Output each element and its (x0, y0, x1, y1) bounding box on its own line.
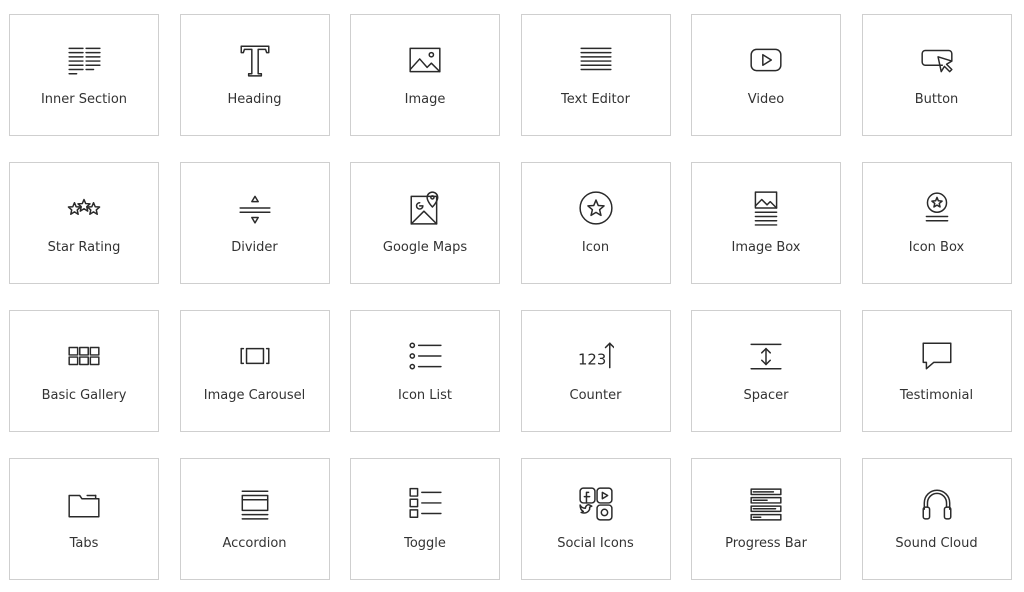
video-icon (748, 42, 784, 78)
widget-label: Testimonial (899, 388, 974, 403)
widget-label: Heading (227, 92, 282, 107)
widget-inner-section[interactable]: Inner Section (9, 14, 159, 136)
heading-icon (237, 42, 273, 78)
widget-label: Divider (231, 240, 278, 255)
widget-label: Sound Cloud (895, 536, 978, 551)
widget-progress-bar[interactable]: Progress Bar (691, 458, 841, 580)
widget-sound-cloud[interactable]: Sound Cloud (861, 458, 1012, 580)
widget-label: Accordion (222, 536, 287, 551)
progress-bar-icon (748, 486, 784, 522)
widget-label: Google Maps (382, 240, 468, 255)
widget-divider[interactable]: Divider (179, 162, 330, 284)
google-maps-icon (407, 190, 443, 226)
widget-tabs[interactable]: Tabs (9, 458, 159, 580)
widget-text-editor[interactable]: Text Editor (520, 14, 671, 136)
widget-label: Button (914, 92, 959, 107)
widget-image-box[interactable]: Image Box (691, 162, 841, 284)
testimonial-icon (919, 338, 955, 374)
widget-label: Progress Bar (725, 536, 807, 551)
star-circle-icon (578, 190, 614, 226)
widget-label: Spacer (743, 388, 789, 403)
widget-accordion[interactable]: Accordion (179, 458, 330, 580)
widget-counter[interactable]: 123 Counter (520, 310, 671, 432)
svg-text:123: 123 (578, 351, 606, 368)
widget-spacer[interactable]: Spacer (691, 310, 841, 432)
widget-label: Tabs (69, 536, 99, 551)
widget-label: Video (747, 92, 785, 107)
widget-label: Star Rating (47, 240, 121, 255)
toggle-icon (407, 486, 443, 522)
counter-icon: 123 (578, 338, 615, 374)
widget-label: Basic Gallery (41, 388, 127, 403)
widget-label: Image Box (731, 240, 801, 255)
widget-label: Inner Section (40, 92, 128, 107)
widget-google-maps[interactable]: Google Maps (350, 162, 500, 284)
text-editor-icon (578, 42, 614, 78)
widget-label: Text Editor (561, 92, 630, 107)
icon-list-icon (407, 338, 443, 374)
headphones-icon (919, 486, 955, 522)
widget-label: Social Icons (557, 536, 634, 551)
image-icon (407, 42, 443, 78)
widget-testimonial[interactable]: Testimonial (861, 310, 1012, 432)
widget-image-carousel[interactable]: Image Carousel (179, 310, 330, 432)
widget-icon[interactable]: Icon (520, 162, 671, 284)
widget-label: Counter (569, 388, 622, 403)
widget-label: Image (404, 92, 446, 107)
widget-label: Toggle (404, 536, 446, 551)
widget-icon-box[interactable]: Icon Box (861, 162, 1012, 284)
gallery-icon (66, 338, 102, 374)
icon-box-icon (919, 190, 955, 226)
widget-heading[interactable]: Heading (179, 14, 330, 136)
widget-label: Image Carousel (203, 388, 306, 403)
tabs-icon (66, 486, 102, 522)
button-icon (919, 42, 955, 78)
spacer-icon (748, 338, 784, 374)
inner-section-icon (66, 42, 102, 78)
widget-image[interactable]: Image (350, 14, 500, 136)
star-rating-icon (66, 190, 102, 226)
widget-grid: Inner Section Heading Image Text Editor Vide… (9, 14, 1012, 580)
widget-toggle[interactable]: Toggle (350, 458, 500, 580)
widget-label: Icon Box (908, 240, 965, 255)
widget-social-icons[interactable]: Social Icons (520, 458, 671, 580)
social-icons-icon (578, 486, 614, 522)
widget-star-rating[interactable]: Star Rating (9, 162, 159, 284)
widget-basic-gallery[interactable]: Basic Gallery (9, 310, 159, 432)
widget-label: Icon List (397, 388, 453, 403)
widget-icon-list[interactable]: Icon List (350, 310, 500, 432)
carousel-icon (237, 338, 273, 374)
divider-icon (237, 190, 273, 226)
widget-video[interactable]: Video (691, 14, 841, 136)
image-box-icon (748, 190, 784, 226)
widget-label: Icon (581, 240, 610, 255)
accordion-icon (237, 486, 273, 522)
widget-button[interactable]: Button (861, 14, 1012, 136)
